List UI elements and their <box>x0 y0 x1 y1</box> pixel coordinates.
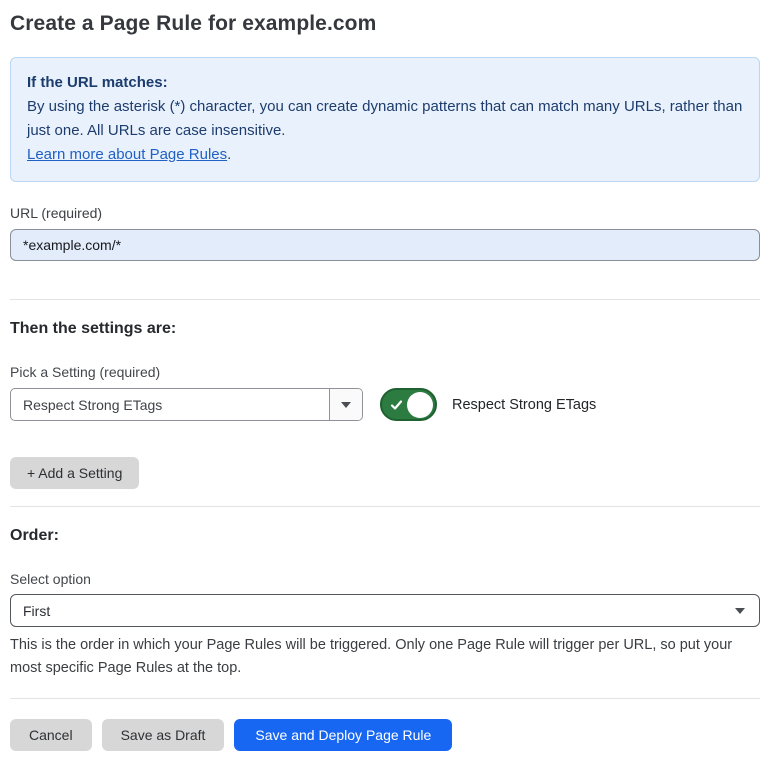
info-box-body: By using the asterisk (*) character, you… <box>27 95 743 143</box>
toggle-knob <box>407 392 433 418</box>
setting-toggle[interactable] <box>380 388 437 421</box>
learn-more-link[interactable]: Learn more about Page Rules <box>27 146 227 163</box>
setting-dropdown-value: Respect Strong ETags <box>11 389 329 420</box>
setting-row: Respect Strong ETags Respect Strong ETag… <box>10 388 760 421</box>
action-button-row: Cancel Save as Draft Save and Deploy Pag… <box>10 719 760 767</box>
select-option-label: Select option <box>10 571 760 587</box>
chevron-down-icon <box>735 608 745 614</box>
save-as-draft-button[interactable]: Save as Draft <box>102 719 225 751</box>
url-input[interactable] <box>10 229 760 261</box>
setting-dropdown-caret-button[interactable] <box>329 389 362 420</box>
cancel-button[interactable]: Cancel <box>10 719 92 751</box>
chevron-down-icon <box>341 402 351 408</box>
section-divider <box>10 299 760 300</box>
section-divider <box>10 698 760 699</box>
section-divider <box>10 506 760 507</box>
info-box-heading: If the URL matches: <box>27 71 743 95</box>
toggle-label: Respect Strong ETags <box>452 397 596 413</box>
order-help-text: This is the order in which your Page Rul… <box>10 634 760 680</box>
order-select-value: First <box>23 603 735 619</box>
pick-setting-label: Pick a Setting (required) <box>10 364 760 380</box>
check-icon <box>390 398 403 411</box>
url-field-label: URL (required) <box>10 205 760 221</box>
page-title: Create a Page Rule for example.com <box>10 12 760 36</box>
setting-dropdown[interactable]: Respect Strong ETags <box>10 388 363 421</box>
info-box-link-line: Learn more about Page Rules. <box>27 143 743 167</box>
order-section-heading: Order: <box>10 527 760 545</box>
url-match-info-box: If the URL matches: By using the asteris… <box>10 57 760 182</box>
order-select[interactable]: First <box>10 594 760 627</box>
add-setting-button[interactable]: + Add a Setting <box>10 457 139 489</box>
link-suffix: . <box>227 146 231 163</box>
save-and-deploy-button[interactable]: Save and Deploy Page Rule <box>234 719 452 751</box>
settings-section-heading: Then the settings are: <box>10 320 760 338</box>
create-page-rule-panel: Create a Page Rule for example.com If th… <box>0 0 769 767</box>
